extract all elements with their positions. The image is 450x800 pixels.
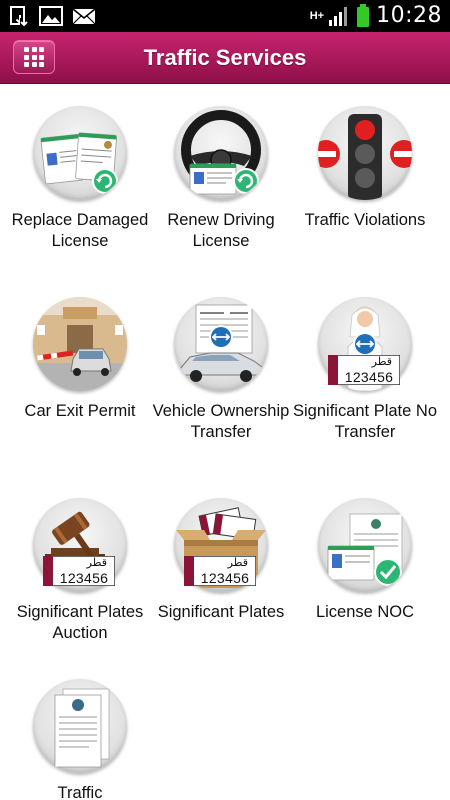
plate-arabic-text: قطر	[227, 557, 248, 569]
service-license-noc[interactable]: License NOC	[290, 498, 440, 668]
plate-number: 123456	[200, 570, 250, 586]
system-status: H+ 10:28	[310, 3, 442, 28]
download-document-icon	[10, 6, 28, 27]
plate-arabic-text: قطر	[86, 557, 107, 569]
service-car-exit-permit[interactable]: Car Exit Permit	[5, 297, 155, 467]
service-vehicle-ownership-transfer[interactable]: Vehicle Ownership Transfer	[146, 297, 296, 467]
service-significant-plates-auction[interactable]: قطر 123456 Significant Plates Auction	[5, 498, 155, 668]
battery-icon	[357, 3, 370, 27]
page-title: Traffic Services	[143, 45, 307, 70]
network-type: H+	[309, 9, 325, 22]
car-document-transfer-icon	[174, 297, 268, 391]
steering-wheel-license-icon	[174, 106, 268, 200]
documents-check-icon	[318, 498, 412, 592]
service-label: Significant Plates	[157, 603, 285, 621]
notification-icons	[8, 5, 96, 27]
service-replace-damaged-license[interactable]: Replace Damaged License	[5, 106, 155, 276]
email-icon	[72, 8, 96, 25]
clock: 10:28	[376, 3, 442, 28]
menu-button[interactable]	[13, 40, 55, 74]
grid-menu-icon	[24, 47, 44, 67]
service-label: Replace Damaged License	[11, 211, 149, 250]
traffic-documents-icon	[33, 679, 127, 773]
service-label: Car Exit Permit	[24, 402, 136, 420]
gallery-icon	[39, 6, 63, 26]
service-label: Significant Plate No Transfer	[293, 402, 437, 441]
service-label: License NOC	[315, 603, 415, 621]
service-label: Vehicle Ownership Transfer	[152, 402, 290, 441]
service-significant-plate-no-transfer[interactable]: قطر 123456 Significant Plate No Transfer	[290, 297, 440, 467]
service-renew-driving-license[interactable]: Renew Driving License	[146, 106, 296, 276]
plate-number: 123456	[59, 570, 109, 586]
status-bar: H+ 10:28	[0, 0, 450, 32]
app-header: Traffic Services	[0, 32, 450, 84]
traffic-light-icon	[318, 106, 412, 200]
service-label: Significant Plates Auction	[16, 603, 144, 642]
service-traffic-violations[interactable]: Traffic Violations	[290, 106, 440, 276]
service-label: Traffic Violations	[304, 211, 426, 229]
plate-arabic-text: قطر	[371, 356, 392, 368]
car-exit-gate-icon	[33, 297, 127, 391]
plate-number: 123456	[344, 369, 394, 385]
service-significant-plates[interactable]: قطر 123456 Significant Plates	[146, 498, 296, 668]
signal-icon	[329, 6, 348, 26]
service-traffic[interactable]: Traffic	[5, 679, 155, 800]
service-label: Traffic	[57, 784, 103, 800]
service-label: Renew Driving License	[167, 211, 275, 250]
license-cards-refresh-icon	[33, 106, 127, 200]
